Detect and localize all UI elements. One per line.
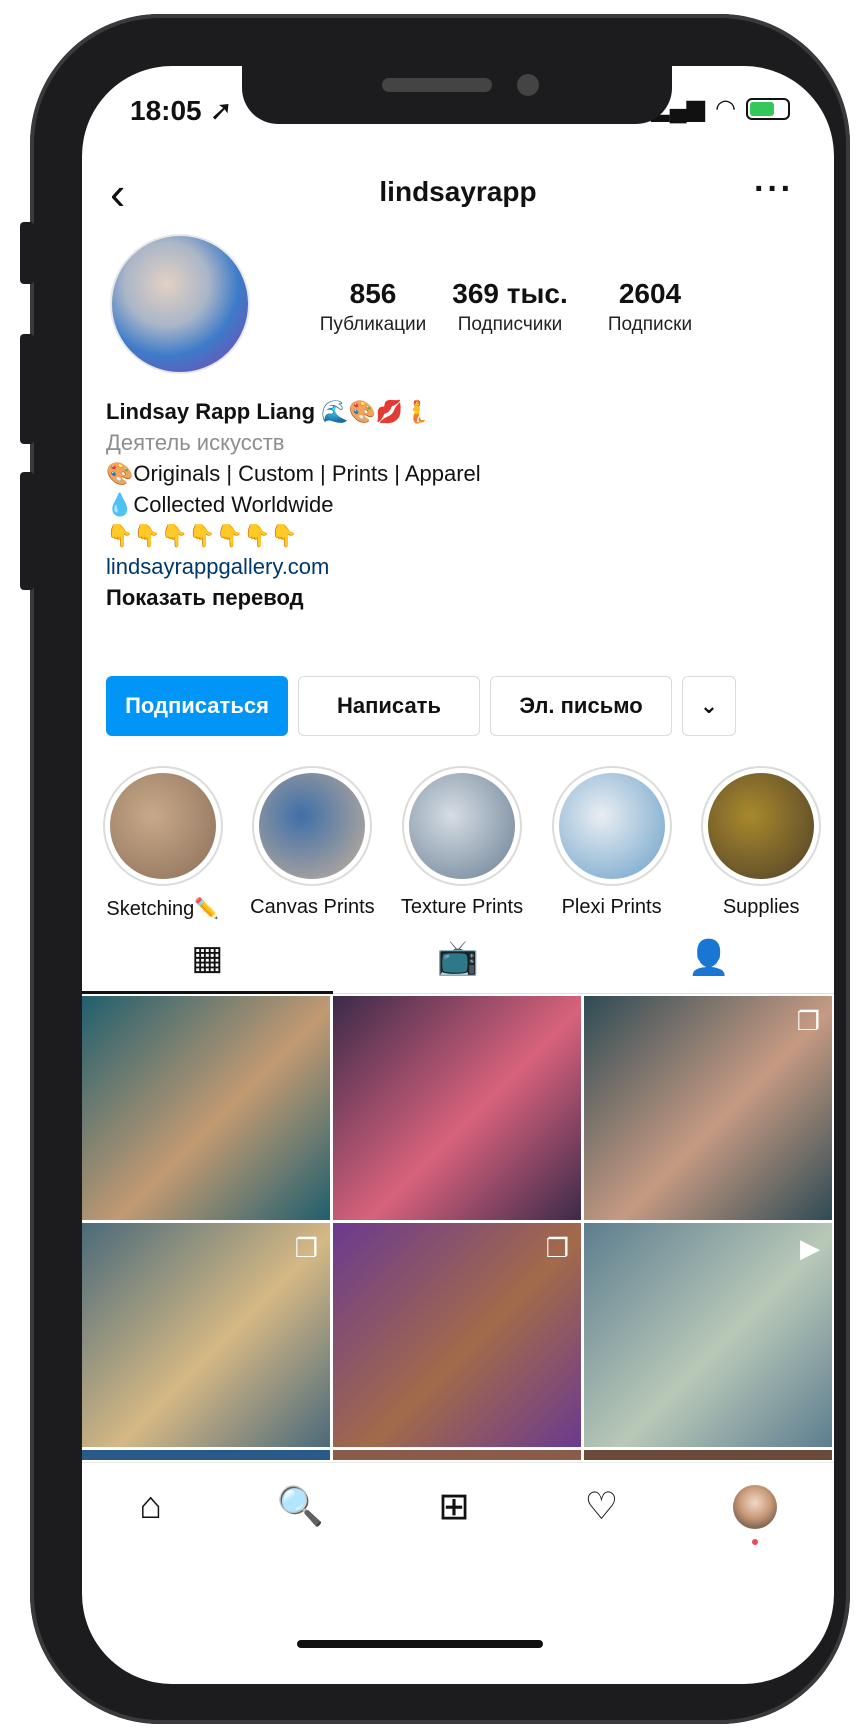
highlight-label: Supplies (722, 896, 800, 918)
notification-dot (751, 1538, 758, 1545)
carousel-icon: ❐ (294, 1233, 318, 1263)
profile-bio: Lindsay Rapp Liang 🌊🎨💋🧜 Деятель искусств… (106, 396, 806, 613)
stat-following-value: 2604 (618, 278, 682, 309)
post-thumbnail[interactable] (584, 1450, 832, 1460)
profile-category: Деятель искусств (106, 430, 285, 455)
story-highlight[interactable]: Plexi Prints (537, 766, 687, 921)
highlight-image (558, 773, 665, 879)
story-highlight[interactable]: Sketching✏️ (88, 766, 238, 921)
stat-followers[interactable]: 369 тыс. Подписчики (442, 278, 578, 336)
search-icon[interactable]: 🔍 (276, 1485, 323, 1529)
carousel-icon: ❐ (796, 1006, 820, 1036)
post-thumbnail[interactable] (82, 1450, 330, 1460)
stat-following[interactable]: 2604 Подписки (588, 278, 712, 336)
side-button (20, 222, 34, 284)
side-button (20, 472, 34, 590)
heart-icon[interactable]: ♡ (584, 1484, 618, 1529)
igtv-icon[interactable]: 📺 (333, 922, 584, 993)
stat-following-label: Подписки (607, 314, 693, 335)
stat-posts-value: 856 (349, 278, 397, 309)
highlight-image (708, 773, 815, 879)
home-indicator (297, 1640, 543, 1648)
side-button (20, 334, 34, 444)
chevron-down-icon[interactable]: ⌄ (682, 676, 736, 736)
post-thumbnail[interactable] (333, 996, 581, 1220)
profile-website-link[interactable]: lindsayrappgallery.com (106, 551, 806, 582)
carousel-icon: ❐ (545, 1233, 569, 1263)
highlight-image (259, 773, 366, 879)
story-highlight[interactable]: Texture Prints (387, 766, 537, 921)
add-post-icon[interactable]: ⊞ (438, 1484, 470, 1529)
post-thumbnail[interactable]: ❐ (333, 1223, 581, 1447)
tagged-icon[interactable]: 👤 (583, 922, 834, 993)
battery-charging-icon (746, 97, 790, 120)
video-icon: ▶ (800, 1233, 820, 1263)
avatar (732, 1484, 777, 1529)
highlight-cover (401, 766, 522, 886)
stat-followers-value: 369 тыс. (452, 278, 568, 309)
profile-header: ‹ lindsayrapp ··· (82, 162, 834, 224)
bio-line: 🎨Originals | Custom | Prints | Apparel (106, 461, 481, 486)
home-icon[interactable]: ⌂ (139, 1485, 162, 1528)
email-button[interactable]: Эл. письмо (490, 676, 672, 736)
speaker (382, 78, 492, 92)
bottom-nav: ⌂ 🔍 ⊞ ♡ (82, 1462, 834, 1550)
highlight-label: Sketching✏️ (106, 898, 220, 920)
highlight-image (109, 773, 216, 879)
post-thumbnail[interactable]: ▶ (584, 1223, 832, 1447)
highlight-cover (701, 766, 822, 886)
wifi-icon: ◠ (715, 95, 736, 122)
notch (242, 66, 672, 124)
highlight-image (408, 773, 515, 879)
location-arrow-icon: ➚ (209, 95, 233, 126)
post-thumbnail[interactable]: ❐ (82, 1223, 330, 1447)
username-title: lindsayrapp (379, 176, 537, 207)
bio-line: 💧Collected Worldwide (106, 492, 334, 517)
profile-stats: 856 Публикации 369 тыс. Подписчики 2604 … (314, 278, 712, 336)
story-highlights: Sketching✏️ Canvas Prints Texture Prints Pl… (82, 766, 834, 921)
app-screen: 18:05 ➚ ▂▄▆ ◠ ‹ lindsayrapp ··· 856 Публ… (82, 66, 834, 1684)
highlight-cover (551, 766, 672, 886)
highlight-cover (252, 766, 373, 886)
status-time: 18:05 ➚ (130, 94, 233, 127)
follow-button[interactable]: Подписаться (106, 676, 288, 736)
highlight-label: Canvas Prints (250, 896, 375, 918)
grid-icon[interactable]: ▦ (82, 922, 333, 994)
message-button[interactable]: Написать (298, 676, 480, 736)
highlight-cover (102, 766, 223, 886)
camera (517, 74, 539, 96)
ellipsis-icon[interactable]: ··· (754, 170, 794, 209)
show-translation-link[interactable]: Показать перевод (106, 582, 806, 613)
profile-actions: Подписаться Написать Эл. письмо ⌄ (106, 676, 736, 736)
stat-posts[interactable]: 856 Публикации (314, 278, 432, 336)
stat-followers-label: Подписчики (457, 314, 563, 335)
profile-avatar[interactable] (732, 1484, 777, 1545)
story-highlight[interactable]: Supplies (686, 766, 834, 921)
highlight-label: Plexi Prints (561, 896, 662, 918)
status-icons: ▂▄▆ ◠ (651, 94, 790, 123)
post-thumbnail[interactable] (333, 1450, 581, 1460)
bio-line: 👇👇👇👇👇👇👇 (106, 523, 298, 548)
profile-tabs: ▦ 📺 👤 (82, 922, 834, 994)
post-thumbnail[interactable] (82, 996, 330, 1220)
status-time-text: 18:05 (130, 95, 202, 126)
post-thumbnail[interactable]: ❐ (584, 996, 832, 1220)
profile-avatar[interactable] (110, 234, 250, 374)
stat-posts-label: Публикации (319, 314, 427, 335)
profile-name: Lindsay Rapp Liang 🌊🎨💋🧜 (106, 399, 431, 424)
posts-grid: ❐ ❐ ❐ ▶ (82, 996, 834, 1460)
highlight-label: Texture Prints (400, 896, 524, 918)
story-highlight[interactable]: Canvas Prints (238, 766, 388, 921)
